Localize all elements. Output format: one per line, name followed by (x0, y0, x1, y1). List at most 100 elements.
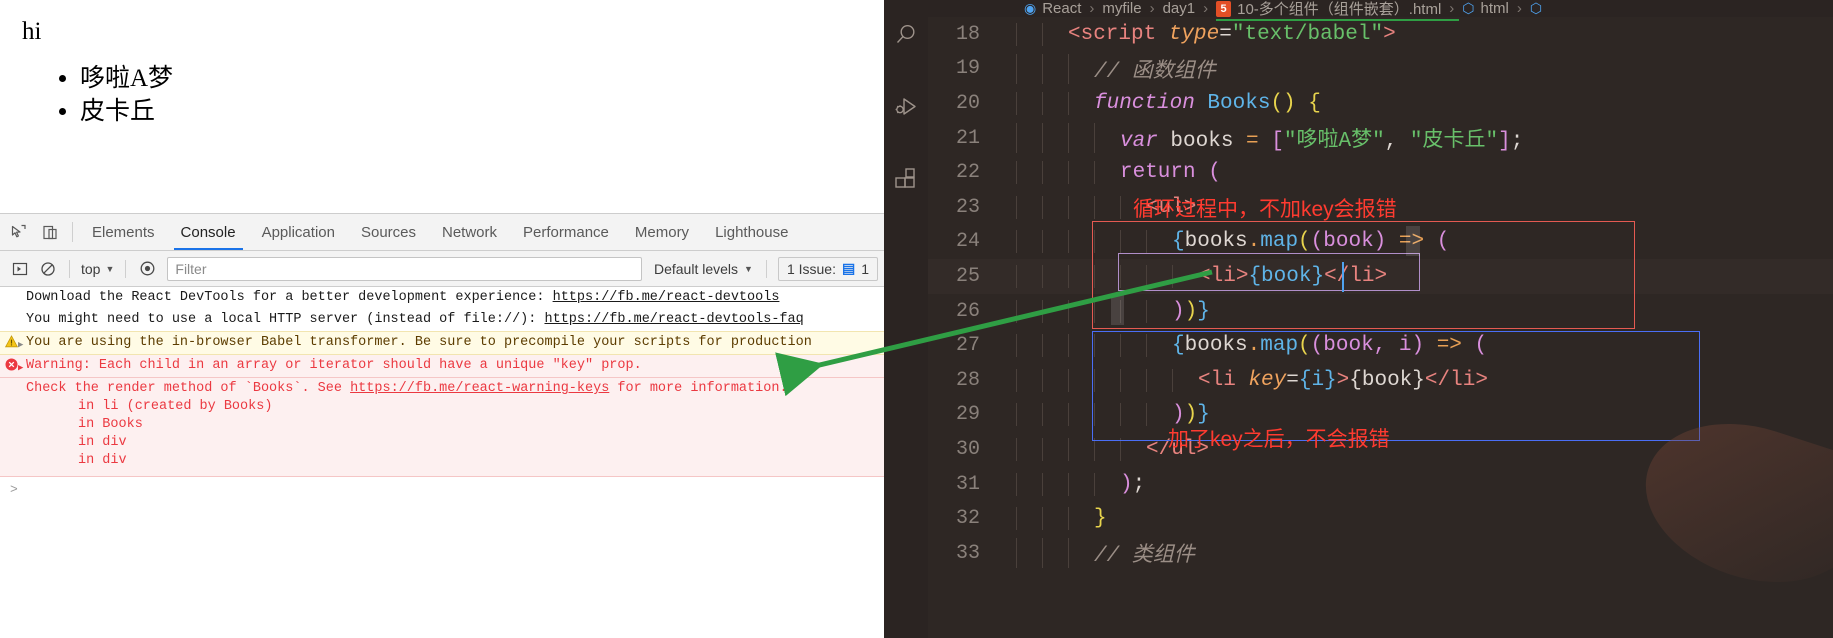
code-line[interactable]: 28 <li key={i}>{book}</li> (928, 363, 1833, 398)
code-line[interactable]: 26))} (928, 294, 1833, 329)
code-line[interactable]: 27 {books.map((book, i) => ( (928, 328, 1833, 363)
tab-memory[interactable]: Memory (622, 214, 702, 250)
indent-guide (1042, 403, 1043, 427)
code-line[interactable]: 30 </ul> (928, 432, 1833, 467)
issues-label: 1 Issue: (786, 260, 836, 277)
tab-performance[interactable]: Performance (510, 214, 622, 250)
code-line[interactable]: 20 function Books() { (928, 86, 1833, 121)
code-token: // 函数组件 (1094, 60, 1216, 84)
console-message-error[interactable]: ▶ Warning: Each child in an array or iter… (0, 355, 884, 378)
code-token: > (1475, 368, 1488, 392)
live-expression-icon[interactable] (133, 256, 161, 282)
console-message-info: Download the React DevTools for a better… (0, 287, 884, 309)
indent-guide (1068, 334, 1069, 358)
code-line-text: // 函数组件 (1002, 53, 1833, 84)
toolbar-divider (765, 259, 767, 278)
code-token: [ (1271, 130, 1284, 154)
line-number: 28 (955, 368, 980, 392)
code-token: () (1270, 91, 1296, 115)
toolbar-divider (125, 259, 127, 278)
editor-area: ◉ React › myfile › day1 › 5 10-多个组件（组件嵌套… (928, 0, 1833, 638)
code-line[interactable]: 22 return ( (928, 155, 1833, 190)
clear-console-icon[interactable] (34, 256, 62, 282)
stack-link[interactable]: https://fb.me/react-warning-keys (350, 381, 609, 396)
device-toolbar-icon[interactable] (34, 214, 66, 250)
book-list: 哆啦A梦 皮卡丘 (80, 62, 884, 130)
code-token: return (1120, 161, 1209, 185)
code-token: . (1247, 230, 1261, 254)
code-line[interactable]: 19 // 函数组件 (928, 52, 1833, 87)
console-prompt[interactable]: > (0, 477, 884, 497)
tab-sources[interactable]: Sources (348, 214, 429, 250)
indent-guide (1120, 230, 1121, 254)
code-token: {book} (1349, 368, 1425, 392)
code-token: ; (1510, 130, 1524, 154)
indent-guide (1042, 437, 1043, 461)
code-token: ) (1184, 299, 1198, 323)
expand-triangle-icon[interactable]: ▶ (18, 336, 23, 354)
code-token: function (1094, 91, 1208, 115)
warning-triangle-icon (4, 334, 18, 348)
code-line[interactable]: 23 <ul> (928, 190, 1833, 225)
breadcrumb-item[interactable]: day1 (1163, 0, 1196, 17)
tab-lighthouse[interactable]: Lighthouse (702, 214, 801, 250)
indent-guide (1016, 123, 1017, 154)
code-token: . (1247, 334, 1261, 358)
indent-guide (1094, 334, 1095, 358)
message-link[interactable]: https://fb.me/react-devtools (553, 290, 780, 305)
line-number: 22 (955, 161, 980, 185)
code-line[interactable]: 32} (928, 501, 1833, 536)
tab-application[interactable]: Application (249, 214, 348, 250)
breadcrumb-item[interactable]: React (1042, 0, 1081, 17)
extensions-icon[interactable] (893, 166, 919, 192)
indent-guide (1016, 22, 1017, 46)
code-token: <script (1068, 22, 1169, 46)
breadcrumb: ◉ React › myfile › day1 › 5 10-多个组件（组件嵌套… (928, 0, 1833, 17)
code-token: ) (1172, 299, 1185, 323)
code-token: ) (1184, 403, 1198, 427)
console-levels-selector[interactable]: Default levels ▼ (648, 261, 759, 277)
indent-guide (1146, 334, 1147, 358)
search-icon[interactable] (893, 22, 919, 48)
tab-elements[interactable]: Elements (79, 214, 168, 250)
expand-triangle-icon[interactable]: ▶ (18, 359, 23, 377)
code-token: ) (1120, 472, 1133, 496)
breadcrumb-file[interactable]: 10-多个组件（组件嵌套）.html (1237, 0, 1441, 17)
code-line[interactable]: 24 {books.map((book) => ( (928, 225, 1833, 260)
code-tokens: ); (1016, 473, 1145, 496)
message-link[interactable]: https://fb.me/react-devtools-faq (544, 312, 803, 327)
code-line[interactable]: 33 // 类组件 (928, 536, 1833, 571)
breadcrumb-item[interactable]: myfile (1102, 0, 1141, 17)
tab-network[interactable]: Network (429, 214, 510, 250)
console-context-selector[interactable]: top ▼ (77, 261, 118, 277)
code-line[interactable]: 21 var books = ["哆啦A梦", "皮卡丘"]; (928, 121, 1833, 156)
code-line[interactable]: 25 <li>{book}</li> (928, 259, 1833, 294)
code-line-text: ))} (1002, 299, 1833, 323)
code-token: < (1198, 264, 1211, 288)
console-filter-input[interactable] (167, 256, 642, 281)
code-line[interactable]: 18 <script type="text/babel"> (928, 17, 1833, 52)
code-line[interactable]: 29))} (928, 398, 1833, 433)
indent-guide (1146, 368, 1147, 392)
inspect-element-icon[interactable] (2, 214, 34, 250)
breadcrumb-separator: › (1449, 0, 1455, 17)
issues-count: 1 (861, 260, 869, 277)
code-editor[interactable]: 18 <script type="text/babel"> 19// 函数组件 20 f… (928, 17, 1833, 638)
code-line-container: 18 <script type="text/babel"> 19// 函数组件 20 f… (928, 17, 1833, 571)
code-line-text: var books = ["哆啦A梦", "皮卡丘"]; (1002, 123, 1833, 154)
indent-guide (1094, 472, 1095, 496)
run-and-debug-icon[interactable] (893, 94, 919, 120)
indent-guide (1042, 53, 1043, 84)
indent-guide (1172, 368, 1173, 392)
console-message-list[interactable]: Download the React DevTools for a better… (0, 287, 884, 638)
breadcrumb-symbol[interactable]: html (1481, 0, 1509, 17)
issues-badge[interactable]: 1 Issue: ▤ 1 (777, 256, 878, 281)
indent-guide (1016, 507, 1017, 531)
indent-guide (1146, 403, 1147, 427)
code-line[interactable]: 31); (928, 467, 1833, 502)
toolbar-divider (72, 222, 73, 242)
execute-snippet-icon[interactable] (6, 256, 34, 282)
tab-console[interactable]: Console (168, 214, 249, 250)
console-message-warning[interactable]: ▶ You are using the in-browser Babel tran… (0, 331, 884, 355)
